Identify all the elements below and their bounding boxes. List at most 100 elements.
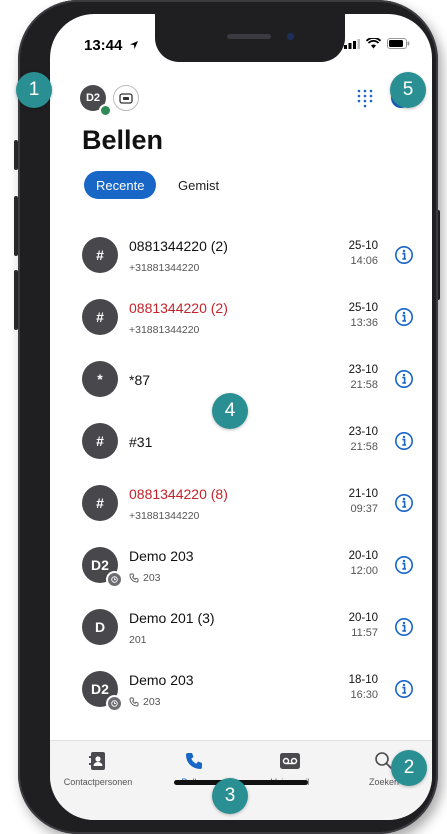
call-time: 13:36 [350, 317, 378, 329]
info-button[interactable] [394, 679, 414, 699]
callout-4: 4 [212, 393, 248, 429]
info-button[interactable] [394, 245, 414, 265]
info-icon [395, 680, 413, 698]
call-avatar-initial: * [97, 371, 103, 387]
call-avatar: # [82, 237, 118, 273]
dialpad-icon [357, 89, 373, 108]
call-number-text: 203 [143, 572, 161, 584]
call-avatar-initial: # [96, 247, 104, 263]
call-time: 21:58 [350, 441, 378, 453]
call-time: 11:57 [351, 627, 378, 639]
call-row[interactable]: D Demo 201 (3) 201 20-10 11:57 [50, 596, 432, 658]
call-number-text: +31881344220 [129, 324, 200, 336]
call-avatar-clock-badge [106, 571, 123, 588]
info-icon [395, 494, 413, 512]
call-date: 23-10 [348, 426, 378, 438]
call-name: 0881344220 (8) [129, 486, 228, 502]
call-avatar-initial: D2 [91, 557, 109, 573]
call-avatar: # [82, 299, 118, 335]
filter-missed[interactable]: Gemist [174, 171, 223, 199]
signal-icon [344, 39, 360, 49]
presence-indicator [99, 104, 112, 117]
call-time: 14:06 [350, 255, 378, 267]
call-number-text: 201 [129, 634, 147, 646]
call-time: 09:37 [350, 503, 378, 515]
location-arrow-icon [129, 41, 138, 49]
info-button[interactable] [394, 493, 414, 513]
dialpad-button[interactable] [354, 87, 376, 109]
call-number-text: +31881344220 [129, 262, 200, 274]
call-date: 21-10 [348, 488, 378, 500]
call-avatar-initial: # [96, 433, 104, 449]
call-date: 20-10 [348, 550, 378, 562]
battery-icon [387, 38, 410, 49]
filter-recent[interactable]: Recente [84, 171, 157, 199]
call-avatar: # [82, 423, 118, 459]
desk-phone-icon [119, 93, 133, 104]
call-number: 203 [129, 696, 161, 708]
call-avatar-initial: D2 [91, 681, 109, 697]
call-name: #31 [129, 434, 153, 450]
call-avatar: # [82, 485, 118, 521]
info-icon [395, 370, 413, 388]
info-icon [395, 308, 413, 326]
call-avatar-initial: # [96, 309, 104, 325]
call-row[interactable]: # 0881344220 (2) +31881344220 25-10 14:0… [50, 224, 432, 286]
page-title: Bellen [82, 125, 164, 155]
callout-5: 5 [390, 72, 426, 108]
info-button[interactable] [394, 431, 414, 451]
call-number: +31881344220 [129, 324, 199, 336]
user-avatar-initials: D2 [85, 92, 101, 104]
call-avatar: * [82, 361, 118, 397]
call-number: +31881344220 [129, 262, 199, 274]
call-list: # 0881344220 (2) +31881344220 25-10 14:0… [50, 224, 432, 720]
call-name: 0881344220 (2) [129, 238, 228, 254]
call-name: *87 [129, 372, 151, 388]
call-row[interactable]: # 0881344220 (8) +31881344220 21-10 09:3… [50, 472, 432, 534]
camera [287, 33, 294, 40]
notch [155, 14, 345, 62]
call-time: 12:00 [350, 565, 378, 577]
call-name: Demo 203 [129, 672, 194, 688]
call-date: 20-10 [348, 612, 378, 624]
status-time-text: 13:44 [84, 37, 123, 54]
call-avatar-initial: # [96, 495, 104, 511]
call-avatar-initial: D [94, 619, 106, 635]
tab-contacts[interactable]: Contactpersonen [50, 749, 146, 787]
call-date: 25-10 [348, 240, 378, 252]
call-time: 16:30 [350, 689, 378, 701]
info-icon [395, 432, 413, 450]
info-icon [395, 246, 413, 264]
call-avatar: D [82, 609, 118, 645]
call-avatar-clock-badge [106, 695, 123, 712]
call-number-text: +31881344220 [129, 510, 200, 522]
call-row[interactable]: # 0881344220 (2) +31881344220 25-10 13:3… [50, 286, 432, 348]
call-name: 0881344220 (2) [129, 300, 228, 316]
call-date: 23-10 [348, 364, 378, 376]
phone-outline-icon [129, 573, 139, 583]
call-time: 21:58 [350, 379, 378, 391]
info-icon [395, 618, 413, 636]
callout-1: 1 [16, 72, 52, 108]
info-button[interactable] [394, 555, 414, 575]
status-icons [344, 38, 410, 49]
call-row[interactable]: D2 Demo 203 203 18-10 16:30 [50, 658, 432, 720]
call-number-text: 203 [143, 696, 161, 708]
call-name: Demo 201 (3) [129, 610, 215, 626]
speaker [227, 34, 271, 39]
call-number: 201 [129, 634, 147, 646]
call-row[interactable]: D2 Demo 203 203 20-10 12:00 [50, 534, 432, 596]
wifi-icon [366, 38, 381, 49]
call-number: +31881344220 [129, 510, 199, 522]
clock-icon [111, 576, 118, 583]
info-icon [395, 556, 413, 574]
device-button[interactable] [113, 85, 139, 111]
info-button[interactable] [394, 307, 414, 327]
contacts-icon [89, 752, 105, 770]
call-number: 203 [129, 572, 161, 584]
call-date: 18-10 [348, 674, 378, 686]
info-button[interactable] [394, 369, 414, 389]
callout-2: 2 [391, 750, 427, 786]
info-button[interactable] [394, 617, 414, 637]
status-time: 13:44 [84, 37, 139, 54]
